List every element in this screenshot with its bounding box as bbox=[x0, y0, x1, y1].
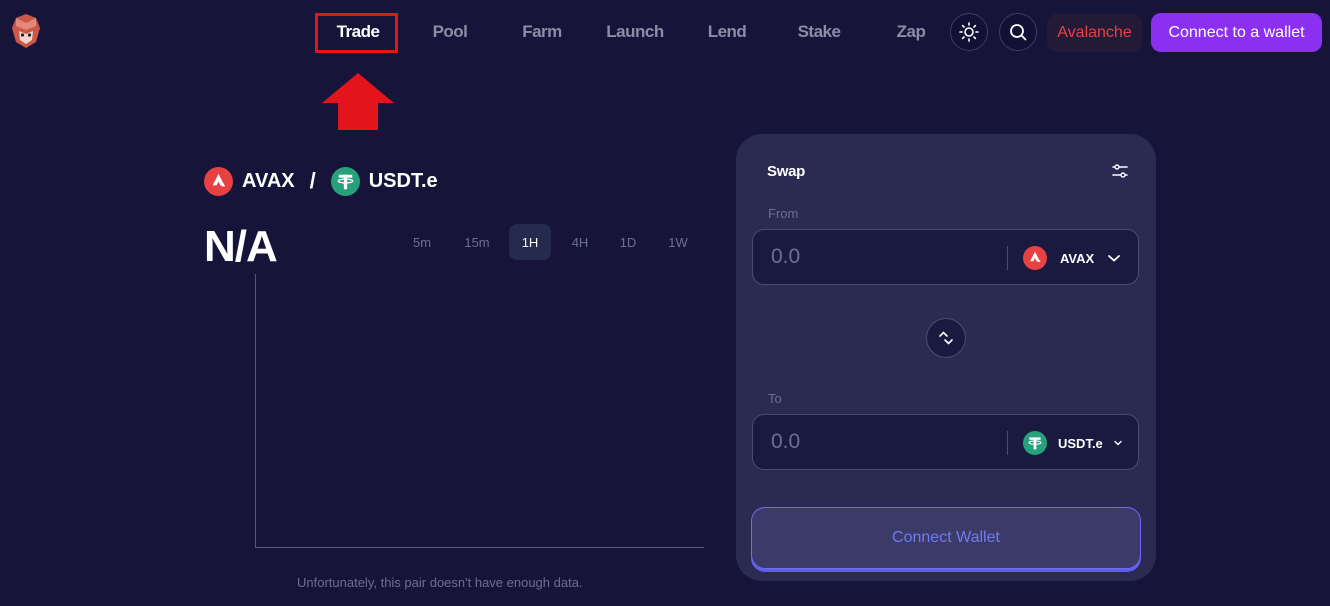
connect-wallet-button[interactable]: Connect Wallet bbox=[751, 507, 1141, 569]
usdt-token-icon bbox=[1023, 431, 1047, 455]
pair-separator: / bbox=[309, 168, 316, 193]
from-label: From bbox=[768, 206, 799, 221]
to-token-label: USDT.e bbox=[1058, 435, 1103, 451]
sun-icon bbox=[959, 22, 979, 42]
timeframe-15m[interactable]: 15m bbox=[457, 224, 497, 260]
nav-pool[interactable]: Pool bbox=[425, 22, 475, 46]
swap-panel: Swap From AVAX To bbox=[736, 134, 1156, 581]
nav-lend[interactable]: Lend bbox=[702, 22, 752, 46]
nav-zap[interactable]: Zap bbox=[891, 22, 931, 46]
swap-title: Swap bbox=[767, 163, 805, 180]
pair-price: N/A bbox=[204, 222, 278, 271]
chevron-down-icon bbox=[1108, 255, 1121, 262]
to-token-field: USDT.e bbox=[752, 414, 1139, 470]
nav-trade[interactable]: Trade bbox=[330, 22, 386, 46]
from-token-field: AVAX bbox=[752, 229, 1139, 285]
usdt-token-icon bbox=[330, 166, 360, 196]
theme-toggle-button[interactable] bbox=[950, 13, 988, 51]
fox-logo-icon[interactable] bbox=[10, 14, 42, 48]
nav-stake[interactable]: Stake bbox=[793, 22, 845, 46]
token-pair: AVAX / USDT.e bbox=[204, 166, 438, 196]
timeframe-4h[interactable]: 4H bbox=[564, 224, 596, 260]
settings-sliders-icon[interactable] bbox=[1112, 164, 1128, 178]
to-field-divider bbox=[1007, 431, 1008, 455]
quote-token-label: USDT.e bbox=[368, 169, 438, 192]
from-amount-input[interactable] bbox=[769, 244, 973, 270]
nav-launch[interactable]: Launch bbox=[603, 22, 667, 46]
avax-token-icon bbox=[204, 166, 233, 196]
nav-farm[interactable]: Farm bbox=[517, 22, 567, 46]
to-amount-input[interactable] bbox=[769, 429, 973, 455]
base-token-label: AVAX bbox=[242, 169, 295, 192]
connect-to-wallet-button[interactable]: Connect to a wallet bbox=[1151, 13, 1322, 52]
timeframe-1d[interactable]: 1D bbox=[613, 224, 643, 260]
timeframe-1h[interactable]: 1H bbox=[509, 224, 551, 260]
from-token-label: AVAX bbox=[1060, 250, 1095, 266]
switch-direction-button[interactable] bbox=[926, 318, 966, 358]
to-token-selector[interactable]: USDT.e bbox=[1023, 429, 1123, 457]
timeframe-1w[interactable]: 1W bbox=[661, 224, 695, 260]
to-label: To bbox=[768, 391, 782, 406]
search-button[interactable] bbox=[999, 13, 1037, 51]
search-icon bbox=[1010, 24, 1027, 41]
avax-token-icon bbox=[1023, 246, 1047, 270]
red-up-arrow-icon bbox=[322, 73, 394, 130]
timeframe-5m[interactable]: 5m bbox=[404, 224, 440, 260]
price-chart-area bbox=[255, 274, 704, 548]
chevron-down-icon bbox=[1114, 440, 1122, 446]
swap-arrows-icon bbox=[939, 331, 953, 345]
from-token-selector[interactable]: AVAX bbox=[1023, 244, 1121, 272]
network-button[interactable]: Avalanche bbox=[1047, 14, 1142, 52]
from-field-divider bbox=[1007, 246, 1008, 270]
no-data-message: Unfortunately, this pair doesn't have en… bbox=[297, 575, 583, 590]
